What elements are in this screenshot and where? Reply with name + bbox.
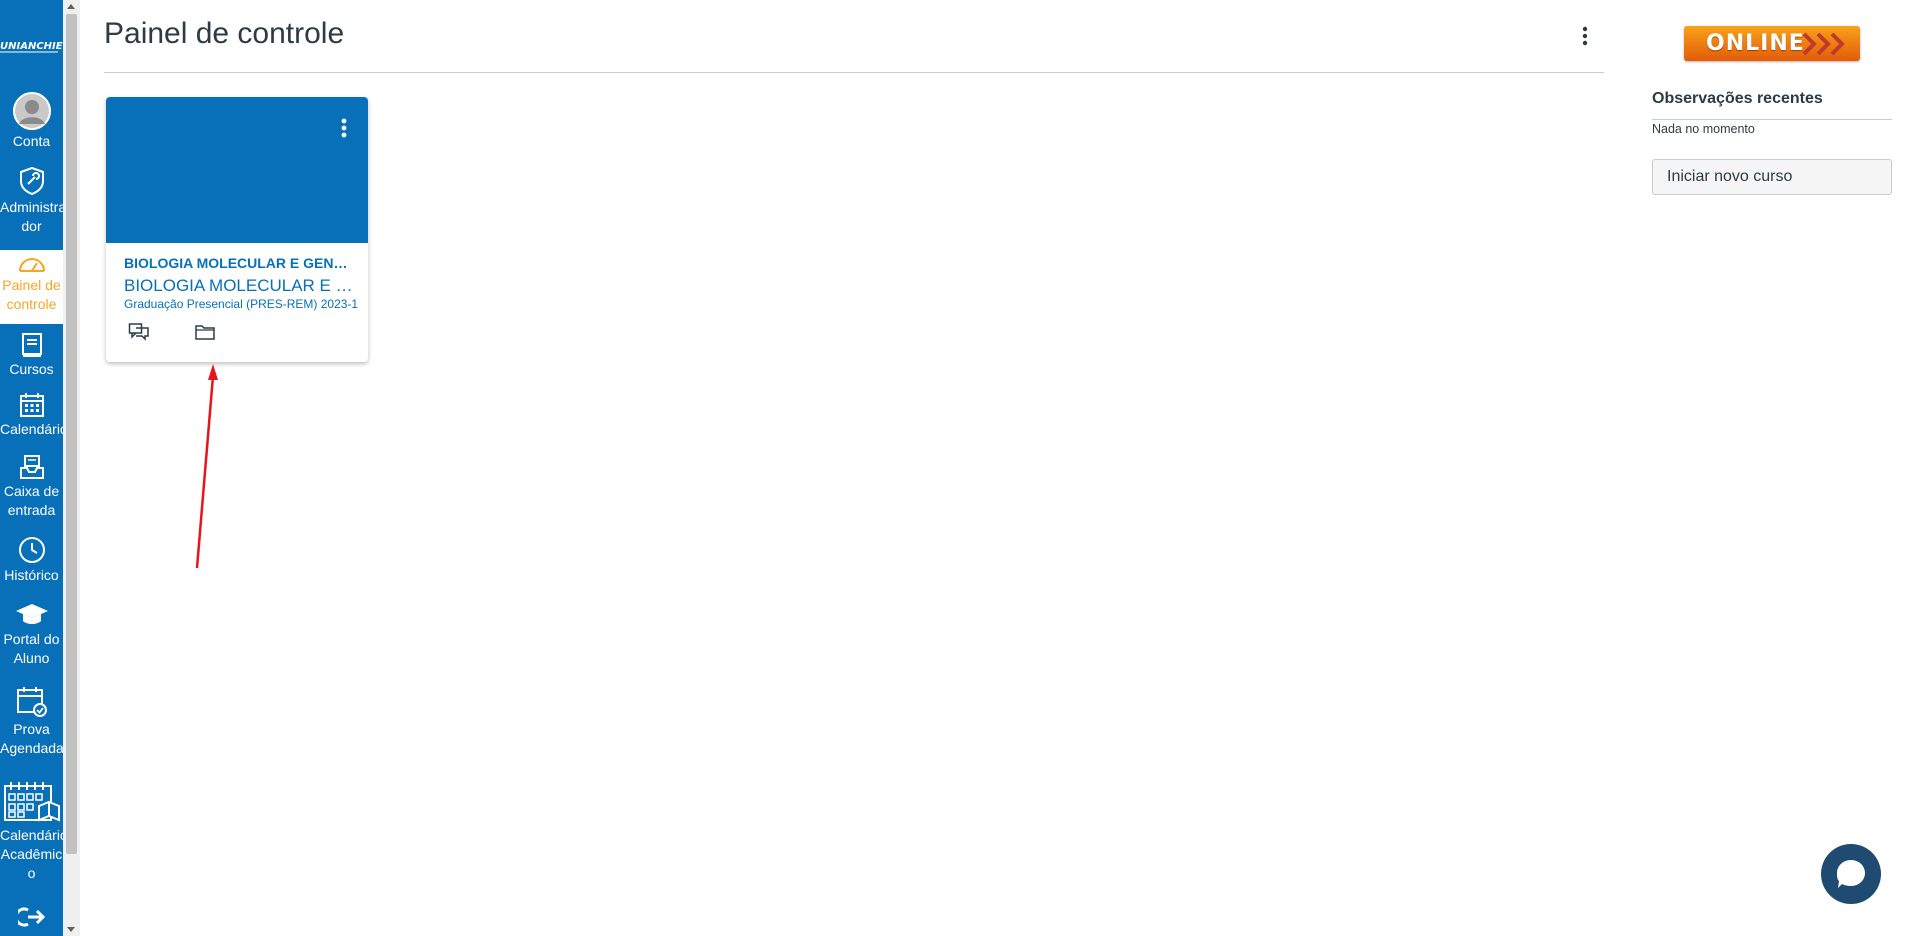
scroll-up-arrow-icon[interactable] xyxy=(67,4,75,9)
kebab-menu-icon xyxy=(1582,26,1588,46)
nav-scrollbar[interactable] xyxy=(63,0,80,936)
nav-item-calendario-academico[interactable]: Calendário Acadêmic o xyxy=(0,780,63,883)
header-divider xyxy=(104,72,1604,73)
nav-label-line2: Agendada xyxy=(0,740,63,756)
online-badge[interactable]: ONLINE xyxy=(1684,26,1860,61)
chat-launcher-button[interactable] xyxy=(1821,844,1881,904)
calendar-check-icon xyxy=(16,687,47,717)
nav-label-line1: Administra xyxy=(0,199,63,215)
chat-bubble-icon xyxy=(1837,860,1865,888)
discussions-icon xyxy=(128,323,149,341)
dashboard-gauge-icon xyxy=(18,258,45,272)
logo-text: UNIANCHIETA xyxy=(0,41,63,52)
course-files-button[interactable] xyxy=(194,322,216,342)
nav-label: Histórico xyxy=(4,567,59,583)
nav-item-logout[interactable] xyxy=(0,906,63,930)
course-discussions-button[interactable] xyxy=(128,322,150,342)
course-card-options-button[interactable] xyxy=(334,117,354,143)
nav-label-line1: Portal do xyxy=(3,631,60,647)
nav-item-portal-do-aluno[interactable]: Portal do Aluno xyxy=(0,602,63,668)
course-card-hero[interactable] xyxy=(106,97,368,243)
start-new-course-button[interactable]: Iniciar novo curso xyxy=(1652,159,1892,195)
course-term: Graduação Presencial (PRES-REM) 2023-1 xyxy=(124,297,359,311)
nav-item-historico[interactable]: Histórico xyxy=(0,536,63,585)
nav-item-cursos[interactable]: Cursos xyxy=(0,332,63,379)
graduation-cap-icon xyxy=(15,604,48,624)
chevrons-right-icon xyxy=(1802,32,1845,56)
recent-feedback-divider xyxy=(1652,119,1892,120)
page-title: Painel de controle xyxy=(104,17,345,50)
course-short-name-link[interactable]: BIOLOGIA MOLECULAR E GENÉ... xyxy=(124,255,354,271)
courses-book-icon xyxy=(21,333,42,357)
nav-label-line1: Caixa de xyxy=(3,483,60,499)
nav-item-prova-agendada[interactable]: Prova Agendada xyxy=(0,686,63,758)
nav-label-line2: controle xyxy=(6,296,57,312)
nav-label-line2: entrada xyxy=(7,502,56,518)
files-folder-icon xyxy=(195,325,215,340)
calendar-icon xyxy=(19,393,44,417)
recent-feedback-title: Observações recentes xyxy=(1652,90,1823,107)
academic-calendar-icon xyxy=(3,782,60,822)
nav-label: Cursos xyxy=(9,361,54,377)
nav-label-line2: Acadêmic xyxy=(0,846,63,862)
nav-label-line1: Calendário xyxy=(0,827,63,843)
global-navigation: UNIANCHIETA Conta Administra dor Painel … xyxy=(0,0,63,936)
nav-item-caixa-de-entrada[interactable]: Caixa de entrada xyxy=(0,454,63,520)
online-badge-text: ONLINE xyxy=(1706,31,1805,56)
recent-feedback-empty: Nada no momento xyxy=(1652,122,1755,136)
scrollbar-thumb[interactable] xyxy=(66,14,77,854)
nav-item-calendario[interactable]: Calendário xyxy=(0,392,63,439)
nav-item-conta[interactable]: Conta xyxy=(0,92,63,151)
shield-admin-icon xyxy=(19,166,44,196)
nav-label-line2: dor xyxy=(21,218,42,234)
nav-label: Conta xyxy=(12,133,51,149)
course-card[interactable]: BIOLOGIA MOLECULAR E GENÉ... BIOLOGIA MO… xyxy=(106,97,368,362)
scroll-down-arrow-icon[interactable] xyxy=(67,927,75,932)
nav-item-administrador[interactable]: Administra dor xyxy=(0,166,63,236)
dashboard-options-button[interactable] xyxy=(1576,24,1594,50)
nav-label-line1: Prova xyxy=(13,721,50,737)
logout-arrow-icon xyxy=(17,907,45,927)
course-long-name[interactable]: BIOLOGIA MOLECULAR E GE... xyxy=(124,276,358,296)
kebab-menu-icon xyxy=(341,118,347,138)
nav-label-line2: Aluno xyxy=(13,650,50,666)
clock-history-icon xyxy=(18,537,45,563)
account-avatar-icon xyxy=(12,92,51,130)
nav-label-line1: Painel de xyxy=(2,277,61,293)
nav-label-line3: o xyxy=(27,865,36,881)
nav-label: Calendário xyxy=(0,421,63,437)
inbox-icon xyxy=(19,455,44,479)
nav-item-painel-de-controle[interactable]: Painel de controle xyxy=(0,250,63,324)
unianchieta-logo[interactable]: UNIANCHIETA xyxy=(0,34,63,56)
